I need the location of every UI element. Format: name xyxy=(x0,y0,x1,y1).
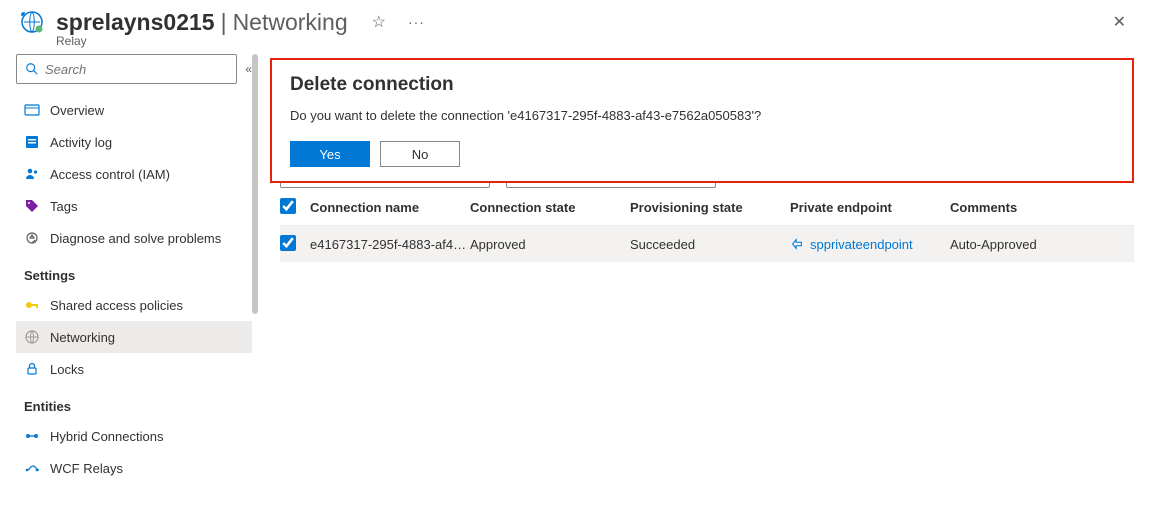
sidebar-item-hybrid-connections[interactable]: Hybrid Connections xyxy=(16,420,252,452)
sidebar-item-label: Networking xyxy=(50,330,115,345)
sidebar-item-label: Overview xyxy=(50,103,104,118)
resource-type: Relay xyxy=(56,34,1150,48)
iam-icon xyxy=(24,166,40,182)
relay-resource-icon xyxy=(20,10,44,34)
cell-connection-name: e4167317-295f-4883-af4… xyxy=(310,237,470,252)
col-private-endpoint[interactable]: Private endpoint xyxy=(790,200,950,215)
collapse-sidebar-icon[interactable]: « xyxy=(245,62,252,76)
sidebar-item-label: Access control (IAM) xyxy=(50,167,170,182)
resource-name: sprelayns0215 xyxy=(56,9,215,36)
blade-title: sprelayns0215 | Networking xyxy=(56,9,348,36)
sidebar-item-label: Shared access policies xyxy=(50,298,183,313)
favorite-star-icon[interactable]: ☆ xyxy=(372,12,386,32)
table-header: Connection name Connection state Provisi… xyxy=(280,190,1134,226)
sidebar-search[interactable] xyxy=(16,54,237,84)
dialog-no-button[interactable]: No xyxy=(380,141,460,167)
overview-icon xyxy=(24,102,40,118)
sidebar-item-wcf-relays[interactable]: WCF Relays xyxy=(16,452,252,484)
sidebar-item-overview[interactable]: Overview xyxy=(16,94,252,126)
cell-connection-state: Approved xyxy=(470,237,630,252)
hybrid-icon xyxy=(24,428,40,444)
dialog-yes-button[interactable]: Yes xyxy=(290,141,370,167)
more-menu-icon[interactable]: ··· xyxy=(408,14,425,30)
col-connection-state[interactable]: Connection state xyxy=(470,200,630,215)
sidebar-item-label: Hybrid Connections xyxy=(50,429,163,444)
sidebar-item-label: Activity log xyxy=(50,135,112,150)
sidebar-item-activity-log[interactable]: Activity log xyxy=(16,126,252,158)
main-content: Filter by name... All connection states … xyxy=(260,54,1150,502)
private-endpoint-icon xyxy=(790,237,804,251)
sidebar-item-shared-access-policies[interactable]: Shared access policies xyxy=(16,289,252,321)
col-comments[interactable]: Comments xyxy=(950,200,1134,215)
col-provisioning-state[interactable]: Provisioning state xyxy=(630,200,790,215)
delete-connection-dialog: Delete connection Do you want to delete … xyxy=(270,58,1134,183)
private-endpoint-name: spprivateendpoint xyxy=(810,237,913,252)
activitylog-icon xyxy=(24,134,40,150)
cell-comments: Auto-Approved xyxy=(950,237,1134,252)
sidebar-item-access-control[interactable]: Access control (IAM) xyxy=(16,158,252,190)
sidebar-item-locks[interactable]: Locks xyxy=(16,353,252,385)
sidebar-item-networking[interactable]: Networking xyxy=(16,321,252,353)
sidebar-item-diagnose[interactable]: Diagnose and solve problems xyxy=(16,222,252,254)
key-icon xyxy=(24,297,40,313)
lock-icon xyxy=(24,361,40,377)
col-connection-name[interactable]: Connection name xyxy=(310,200,470,215)
sidebar-item-label: Tags xyxy=(50,199,77,214)
sidebar-item-label: Diagnose and solve problems xyxy=(50,231,221,246)
connections-table: Connection name Connection state Provisi… xyxy=(280,190,1134,262)
cell-provisioning-state: Succeeded xyxy=(630,237,790,252)
dialog-title: Delete connection xyxy=(290,74,1114,96)
sidebar-search-input[interactable] xyxy=(45,62,228,77)
search-icon xyxy=(25,62,39,76)
sidebar: « Overview Activity log Access control (… xyxy=(0,54,260,502)
sidebar-section-entities: Entities xyxy=(16,385,252,420)
sidebar-item-label: WCF Relays xyxy=(50,461,123,476)
wcf-icon xyxy=(24,460,40,476)
tags-icon xyxy=(24,198,40,214)
page-name: Networking xyxy=(233,9,348,36)
dialog-message: Do you want to delete the connection 'e4… xyxy=(290,108,1114,123)
title-separator: | xyxy=(221,9,227,36)
diagnose-icon xyxy=(24,230,40,246)
select-all-checkbox[interactable] xyxy=(280,198,296,214)
row-checkbox[interactable] xyxy=(280,235,296,251)
sidebar-scrollbar[interactable] xyxy=(252,54,258,314)
sidebar-section-settings: Settings xyxy=(16,254,252,289)
networking-icon xyxy=(24,329,40,345)
sidebar-item-label: Locks xyxy=(50,362,84,377)
close-blade-button[interactable]: ✕ xyxy=(1109,8,1130,36)
sidebar-item-tags[interactable]: Tags xyxy=(16,190,252,222)
table-row[interactable]: e4167317-295f-4883-af4… Approved Succeed… xyxy=(280,226,1134,262)
cell-private-endpoint-link[interactable]: spprivateendpoint xyxy=(790,237,950,252)
